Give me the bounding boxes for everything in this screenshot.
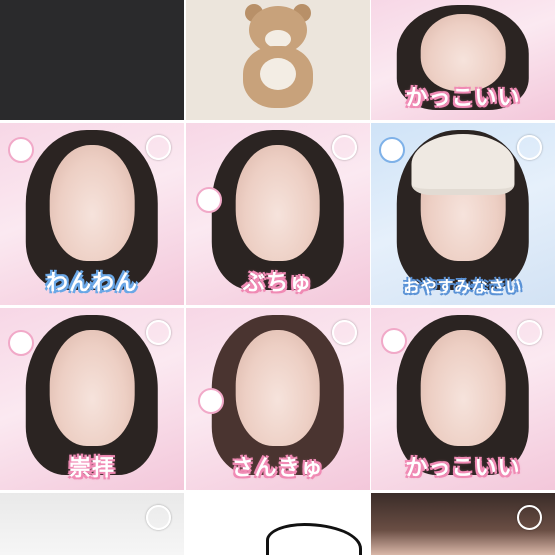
sticker-icon (195, 187, 222, 213)
sticker-icon (379, 137, 405, 163)
select-circle[interactable] (331, 320, 357, 345)
grid-tile-5[interactable]: ぶちゅ (185, 123, 370, 305)
tile-caption: さんきゅ (231, 456, 324, 481)
grid-tile-12[interactable] (371, 493, 555, 555)
tile-caption: ぶちゅ (242, 271, 313, 296)
grid-tile-11[interactable] (185, 493, 370, 555)
grid-tile-9[interactable]: かっこいい (371, 308, 555, 490)
tile-caption: わんわん (45, 271, 138, 296)
beanie-image (411, 133, 515, 195)
select-circle[interactable] (517, 135, 542, 160)
sticker-icon (381, 328, 407, 354)
grid-tile-7[interactable]: 崇拝 (0, 308, 184, 490)
select-circle[interactable] (517, 505, 542, 530)
tile-caption: かっこいい (405, 86, 521, 111)
photo-grid: かっこいい わんわん ぶちゅ おやすみなさい 崇拝 さんきゅ かっこいい (0, 0, 555, 555)
grid-tile-3[interactable]: かっこいい (371, 0, 555, 120)
select-circle[interactable] (146, 135, 171, 160)
sticker-icon (8, 330, 34, 356)
drawing-image (265, 523, 362, 555)
grid-tile-2[interactable] (185, 0, 370, 120)
grid-tile-8[interactable]: さんきゅ (185, 308, 370, 490)
grid-tile-10[interactable] (0, 493, 184, 555)
sticker-icon (8, 137, 34, 163)
sticker-icon (197, 388, 224, 414)
tile-caption: 崇拝 (68, 456, 115, 481)
grid-tile-6[interactable]: おやすみなさい (371, 123, 555, 305)
tile-caption: おやすみなさい (403, 277, 523, 296)
grid-tile-4[interactable]: わんわん (0, 123, 184, 305)
select-circle[interactable] (331, 135, 357, 160)
select-circle[interactable] (146, 320, 171, 345)
select-circle[interactable] (517, 320, 542, 345)
bear-plush-image (239, 4, 317, 114)
select-circle[interactable] (146, 505, 171, 530)
tile-caption: かっこいい (405, 456, 521, 481)
grid-tile-1[interactable] (0, 0, 184, 120)
